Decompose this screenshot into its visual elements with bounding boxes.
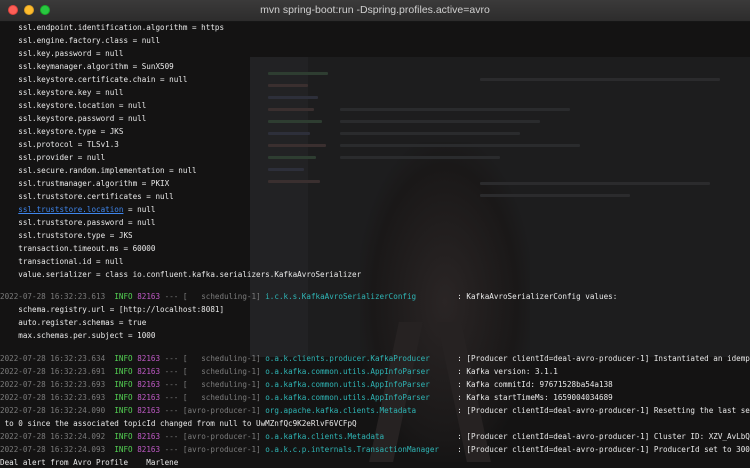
log-logger: org.apache.kafka.clients.Metadata bbox=[265, 406, 453, 415]
config-line: ssl.keystore.location = null bbox=[18, 101, 147, 110]
log-message: : Kafka commitId: 97671528ba54a138 bbox=[457, 380, 613, 389]
serializer-config-line: schema.registry.url = [http://localhost:… bbox=[18, 305, 225, 314]
log-line: 2022-07-28 16:32:23.693 INFO 82163 --- [… bbox=[0, 391, 613, 404]
config-key-link[interactable]: ssl.truststore.location bbox=[18, 205, 123, 214]
log-thread: [ scheduling-1] bbox=[182, 380, 261, 389]
log-thread: [avro-producer-1] bbox=[182, 432, 261, 441]
log-separator: --- bbox=[164, 406, 179, 415]
window-title: mvn spring-boot:run -Dspring.profiles.ac… bbox=[260, 4, 490, 16]
config-line: ssl.keystore.key = null bbox=[18, 88, 124, 97]
log-message: : [Producer clientId=deal-avro-producer-… bbox=[457, 354, 750, 363]
terminal-output[interactable]: ssl.endpoint.identification.algorithm = … bbox=[0, 22, 750, 468]
log-line: 2022-07-28 16:32:24.093 INFO 82163 --- [… bbox=[0, 443, 750, 456]
log-level: INFO bbox=[114, 367, 133, 376]
log-line: 2022-07-28 16:32:23.634 INFO 82163 --- [… bbox=[0, 352, 750, 365]
log-thread: [ scheduling-1] bbox=[182, 292, 261, 301]
serializer-config-line: max.schemas.per.subject = 1000 bbox=[18, 331, 156, 340]
log-logger: i.c.k.s.KafkaAvroSerializerConfig bbox=[265, 292, 453, 301]
log-pid: 82163 bbox=[137, 432, 161, 441]
log-logger: o.a.kafka.common.utils.AppInfoParser bbox=[265, 393, 453, 402]
title-bar[interactable]: mvn spring-boot:run -Dspring.profiles.ac… bbox=[0, 0, 750, 22]
log-continuation-line: to 0 since the associated topicId change… bbox=[0, 419, 357, 428]
log-separator: --- bbox=[164, 432, 179, 441]
log-level: INFO bbox=[114, 292, 133, 301]
config-line: ssl.secure.random.implementation = null bbox=[18, 166, 197, 175]
log-level: INFO bbox=[114, 354, 133, 363]
app-output-line: Deal alert from Avro Profile Marlene bbox=[0, 458, 179, 467]
config-line: transactional.id = null bbox=[18, 257, 124, 266]
log-logger: o.a.kafka.common.utils.AppInfoParser bbox=[265, 367, 453, 376]
log-separator: --- bbox=[164, 393, 179, 402]
config-line: ssl.keystore.password = null bbox=[18, 114, 147, 123]
log-timestamp: 2022-07-28 16:32:24.090 bbox=[0, 406, 106, 415]
config-line: ssl.keystore.certificate.chain = null bbox=[18, 75, 188, 84]
log-separator: --- bbox=[164, 380, 179, 389]
log-message: : [Producer clientId=deal-avro-producer-… bbox=[457, 406, 750, 415]
config-line: ssl.keymanager.algorithm = SunX509 bbox=[18, 62, 174, 71]
terminal-window: mvn spring-boot:run -Dspring.profiles.ac… bbox=[0, 0, 750, 468]
log-thread: [ scheduling-1] bbox=[182, 354, 261, 363]
log-pid: 82163 bbox=[137, 393, 161, 402]
config-line: ssl.trustmanager.algorithm = PKIX bbox=[18, 179, 170, 188]
log-level: INFO bbox=[114, 432, 133, 441]
log-thread: [avro-producer-1] bbox=[182, 445, 261, 454]
log-timestamp: 2022-07-28 16:32:23.693 bbox=[0, 380, 106, 389]
log-separator: --- bbox=[164, 354, 179, 363]
log-logger: o.a.kafka.clients.Metadata bbox=[265, 432, 453, 441]
config-line: ssl.truststore.location = null bbox=[18, 205, 156, 214]
log-message: : [Producer clientId=deal-avro-producer-… bbox=[457, 445, 750, 454]
log-separator: --- bbox=[164, 367, 179, 376]
log-level: INFO bbox=[114, 406, 133, 415]
log-logger: o.a.kafka.common.utils.AppInfoParser bbox=[265, 380, 453, 389]
log-separator: --- bbox=[164, 445, 179, 454]
log-line: 2022-07-28 16:32:23.613 INFO 82163 --- [… bbox=[0, 290, 617, 303]
log-timestamp: 2022-07-28 16:32:24.093 bbox=[0, 445, 106, 454]
config-line: ssl.keystore.type = JKS bbox=[18, 127, 124, 136]
log-pid: 82163 bbox=[137, 445, 161, 454]
log-pid: 82163 bbox=[137, 354, 161, 363]
config-line: ssl.truststore.type = JKS bbox=[18, 231, 133, 240]
log-message: : Kafka startTimeMs: 1659004034689 bbox=[457, 393, 613, 402]
log-thread: [avro-producer-1] bbox=[182, 406, 261, 415]
log-thread: [ scheduling-1] bbox=[182, 367, 261, 376]
serializer-config-line: auto.register.schemas = true bbox=[18, 318, 147, 327]
config-line: ssl.protocol = TLSv1.3 bbox=[18, 140, 119, 149]
log-pid: 82163 bbox=[137, 406, 161, 415]
log-timestamp: 2022-07-28 16:32:23.693 bbox=[0, 393, 106, 402]
log-line: 2022-07-28 16:32:24.090 INFO 82163 --- [… bbox=[0, 404, 750, 417]
log-level: INFO bbox=[114, 380, 133, 389]
log-timestamp: 2022-07-28 16:32:23.613 bbox=[0, 292, 106, 301]
config-line: transaction.timeout.ms = 60000 bbox=[18, 244, 156, 253]
config-line: ssl.endpoint.identification.algorithm = … bbox=[18, 23, 225, 32]
log-logger: o.a.k.c.p.internals.TransactionManager bbox=[265, 445, 453, 454]
config-line: ssl.truststore.certificates = null bbox=[18, 192, 174, 201]
config-line: value.serializer = class io.confluent.ka… bbox=[18, 270, 362, 279]
config-line: ssl.truststore.password = null bbox=[18, 218, 156, 227]
log-message: : KafkaAvroSerializerConfig values: bbox=[457, 292, 618, 301]
log-separator: --- bbox=[164, 292, 179, 301]
log-logger: o.a.k.clients.producer.KafkaProducer bbox=[265, 354, 453, 363]
log-pid: 82163 bbox=[137, 292, 161, 301]
config-line: ssl.provider = null bbox=[18, 153, 106, 162]
log-timestamp: 2022-07-28 16:32:23.634 bbox=[0, 354, 106, 363]
log-message: : [Producer clientId=deal-avro-producer-… bbox=[457, 432, 750, 441]
log-message: : Kafka version: 3.1.1 bbox=[457, 367, 558, 376]
config-line: ssl.key.password = null bbox=[18, 49, 124, 58]
log-pid: 82163 bbox=[137, 367, 161, 376]
log-level: INFO bbox=[114, 393, 133, 402]
log-timestamp: 2022-07-28 16:32:23.691 bbox=[0, 367, 106, 376]
log-timestamp: 2022-07-28 16:32:24.092 bbox=[0, 432, 106, 441]
log-line: 2022-07-28 16:32:23.691 INFO 82163 --- [… bbox=[0, 365, 558, 378]
log-line: 2022-07-28 16:32:24.092 INFO 82163 --- [… bbox=[0, 430, 750, 443]
log-thread: [ scheduling-1] bbox=[182, 393, 261, 402]
config-line: ssl.engine.factory.class = null bbox=[18, 36, 161, 45]
log-pid: 82163 bbox=[137, 380, 161, 389]
log-level: INFO bbox=[114, 445, 133, 454]
log-line: 2022-07-28 16:32:23.693 INFO 82163 --- [… bbox=[0, 378, 613, 391]
